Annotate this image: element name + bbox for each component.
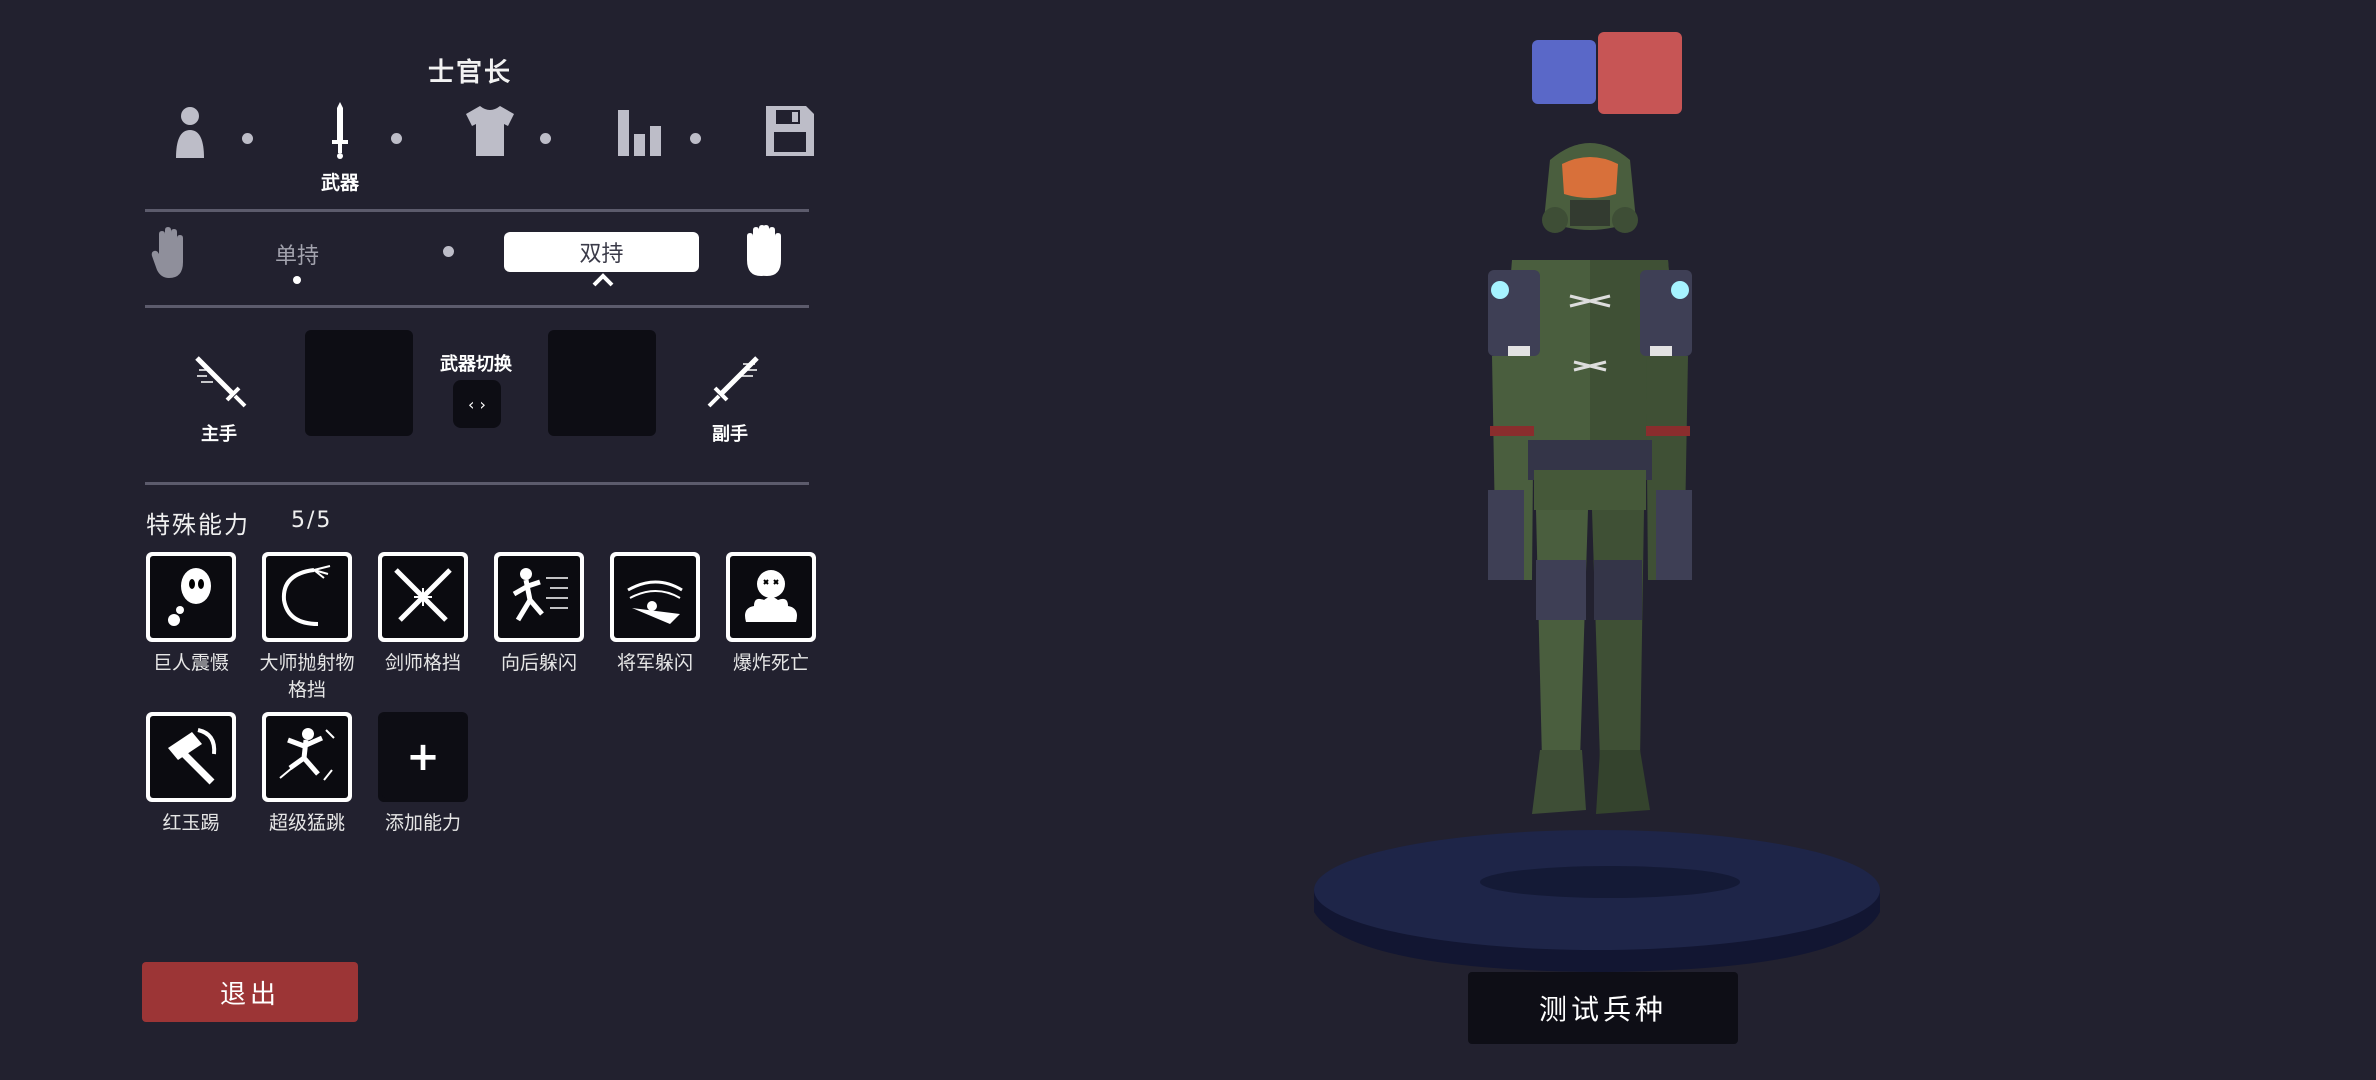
option-separator-dot [443,246,454,257]
plus-icon: + [382,716,464,798]
weapon-switch-button[interactable]: ‹ › [453,380,501,428]
deflect-arc-icon [281,565,331,626]
single-hold-option[interactable]: 单持 [275,238,319,270]
ability-giant-intimidate[interactable]: 巨人震慑 [145,552,237,677]
exit-button[interactable]: 退出 [142,962,358,1022]
step-separator-dot [391,133,402,144]
dual-hands-icon[interactable] [703,224,789,280]
explosion-skull-icon [745,570,797,622]
step-weapons[interactable]: 武器 [295,100,385,200]
ability-general-dodge[interactable]: 将军躲闪 [609,552,701,677]
off-hand-sword-icon [707,356,759,408]
shirt-icon [466,106,514,156]
off-hand-label: 副手 [712,424,748,445]
editor-step-bar: 武器 [145,100,814,200]
step-stats[interactable] [595,100,685,200]
divider [145,209,809,212]
crossed-swords-icon [394,568,452,622]
abilities-header: 特殊能力 [146,511,250,539]
ghost-icon [168,568,211,626]
ability-explode-on-death[interactable]: 爆炸死亡 [725,552,817,677]
ability-ruby-kick[interactable]: 红玉踢 [145,712,237,837]
dual-hold-option[interactable]: 双持 [504,232,699,272]
backflip-icon [512,568,568,622]
person-icon [176,107,204,158]
step-separator-dot [242,133,253,144]
ability-super-jump[interactable]: 超级猛跳 [261,712,353,837]
team-blue-swatch[interactable] [1532,40,1596,104]
ability-backward-dodge[interactable]: 向后躲闪 [493,552,585,677]
abilities-count: 5/5 [291,508,333,533]
unit-preview-soldier[interactable] [1440,130,1740,910]
handedness-row: 单持 双持 [145,218,809,298]
off-hand-weapon-slot[interactable] [548,330,656,436]
test-unit-button[interactable]: 测试兵种 [1468,972,1738,1044]
sword-icon [332,102,348,159]
unit-name-title: 士官长 [427,58,512,88]
dodge-swirl-icon [627,580,683,624]
divider [145,305,809,308]
weapon-switch-label: 武器切换 [440,354,512,375]
save-icon [766,106,814,156]
single-hand-icon[interactable] [151,226,191,280]
ability-swordmaster-parry[interactable]: 剑师格挡 [377,552,469,677]
step-separator-dot [540,133,551,144]
step-separator-dot [690,133,701,144]
super-jump-icon [279,728,335,781]
weapon-slot-row: 主手 武器切换 ‹ › 副手 [145,318,809,458]
step-appearance[interactable] [145,100,235,200]
chevron-up-icon [592,273,614,287]
single-hold-indicator [293,276,301,284]
ability-master-projectile-deflect[interactable]: 大师抛射物格挡 [259,552,355,703]
add-ability-button[interactable]: + 添加能力 [377,712,469,837]
hammer-kick-icon [168,728,217,785]
main-hand-weapon-slot[interactable] [305,330,413,436]
step-save[interactable] [745,100,835,200]
main-hand-label: 主手 [201,424,237,445]
main-hand-sword-icon [195,356,247,408]
stats-icon [618,110,661,156]
step-clothing[interactable] [445,100,535,200]
team-red-swatch[interactable] [1598,32,1682,114]
divider [145,482,809,485]
